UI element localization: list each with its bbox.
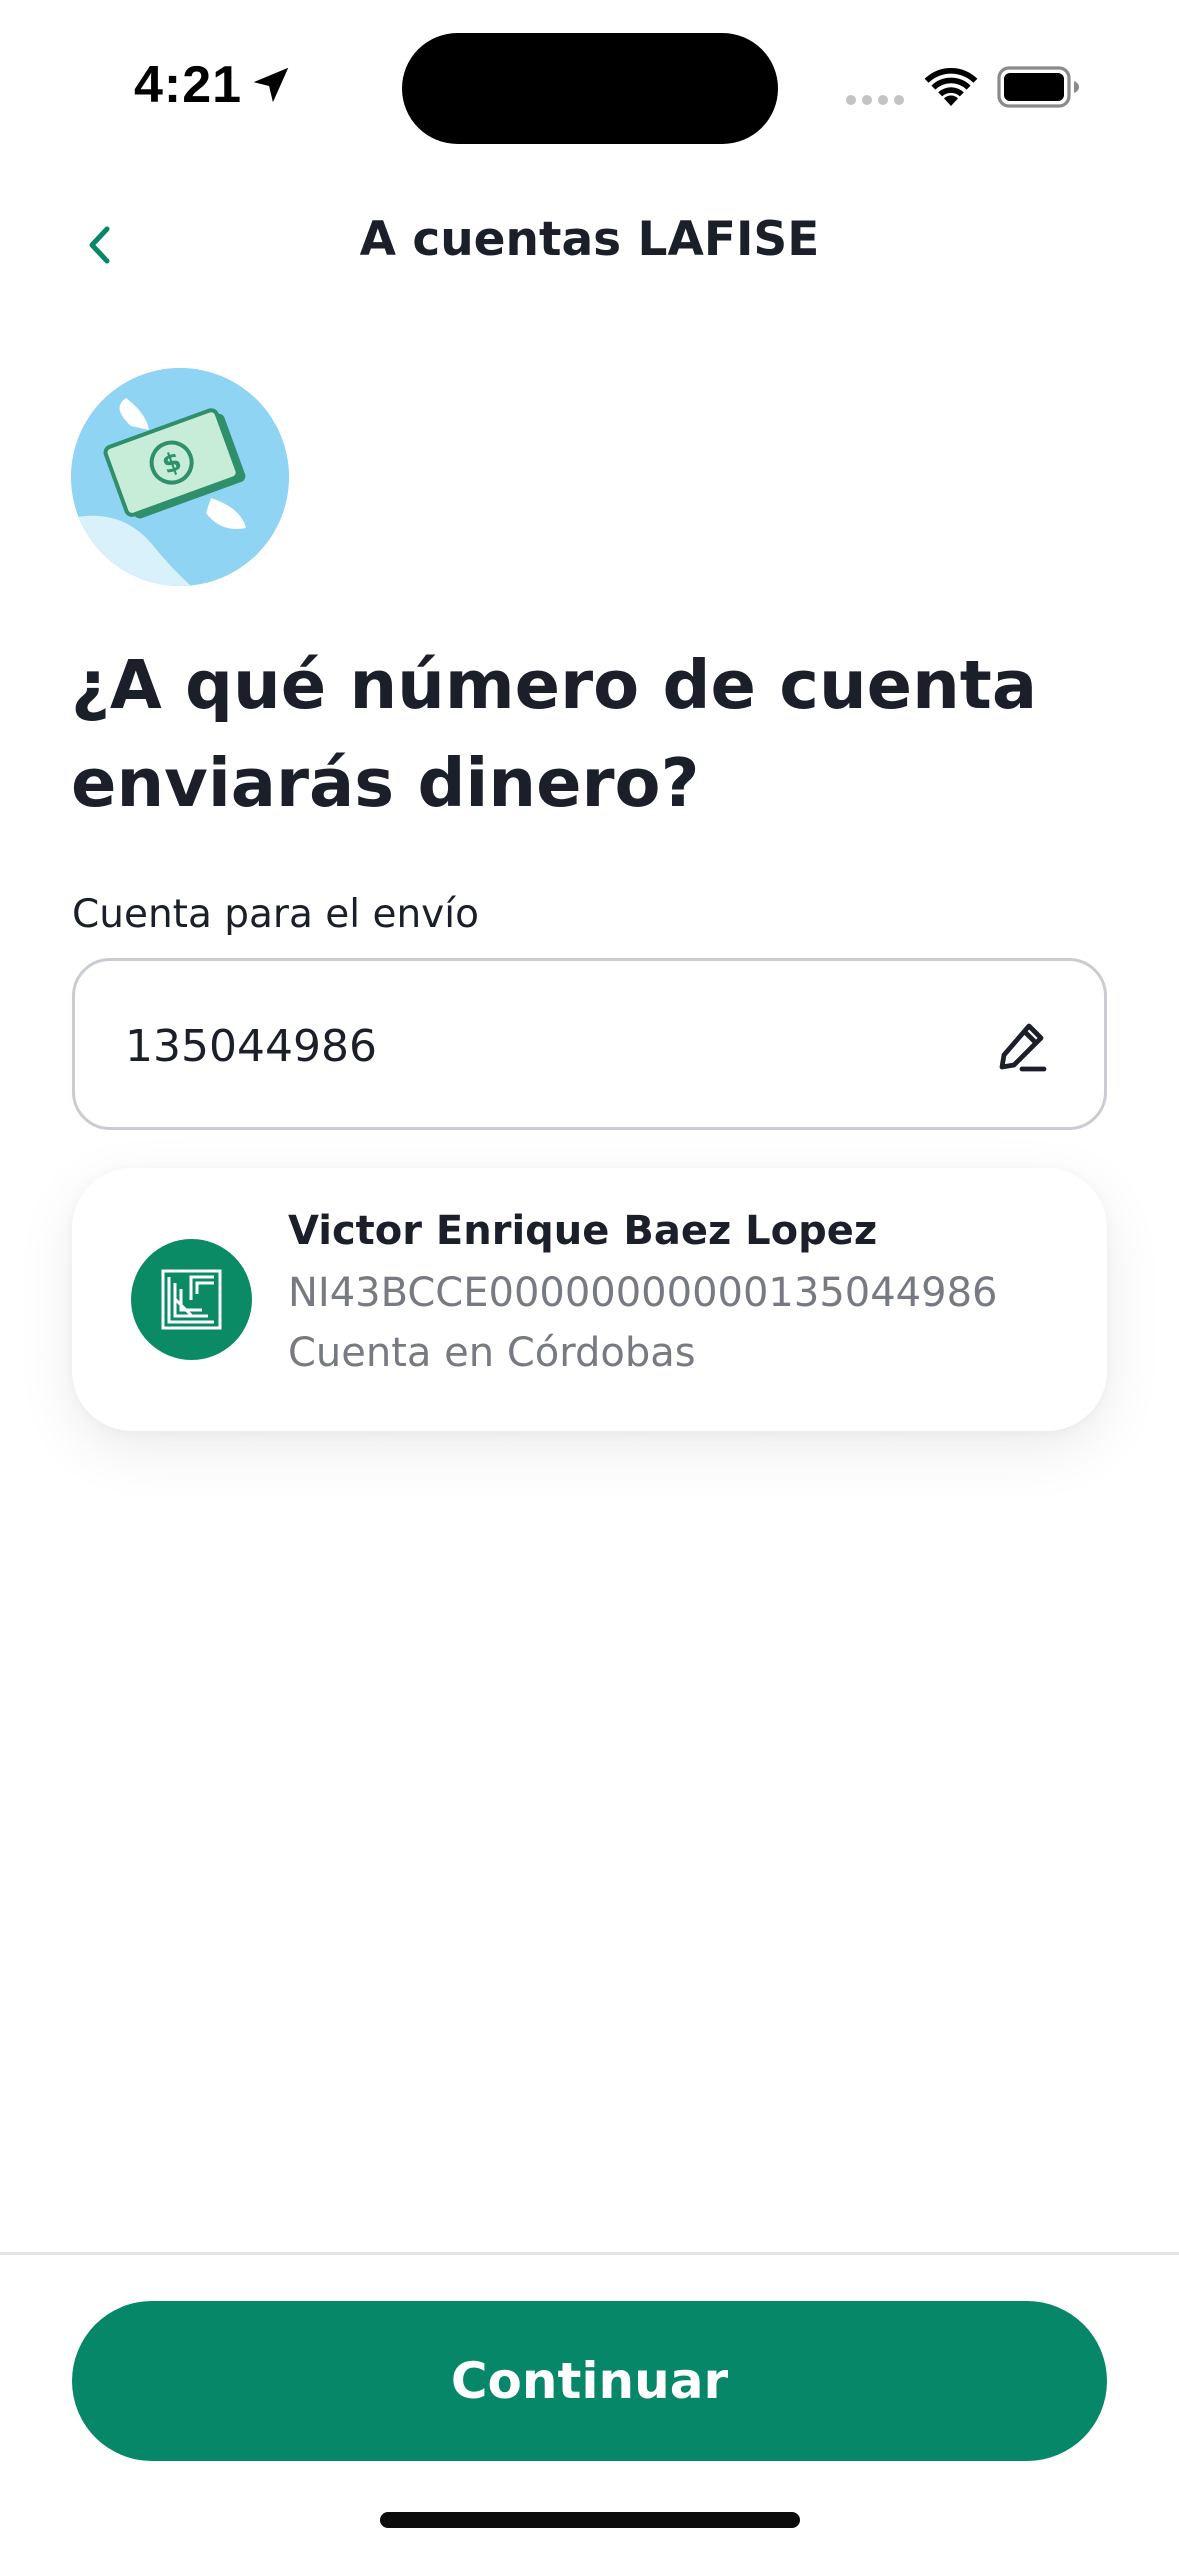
continue-button[interactable]: Continuar bbox=[72, 2301, 1107, 2461]
lafise-logo-icon bbox=[161, 1269, 222, 1330]
footer-divider bbox=[0, 2252, 1179, 2255]
status-bar: 4:21 bbox=[0, 0, 1179, 170]
home-indicator bbox=[380, 2512, 800, 2528]
flying-money-illustration: $ bbox=[71, 368, 289, 586]
battery-icon bbox=[997, 66, 1079, 108]
question-line-2: enviarás dinero? bbox=[71, 744, 700, 822]
account-iban: NI43BCCE00000000000135044986 bbox=[288, 1270, 998, 1316]
account-currency: Cuenta en Córdobas bbox=[288, 1330, 696, 1376]
account-field[interactable] bbox=[72, 958, 1107, 1130]
account-field-label: Cuenta para el envío bbox=[72, 892, 479, 937]
status-time: 4:21 bbox=[134, 56, 243, 114]
pencil-icon[interactable] bbox=[992, 1017, 1052, 1077]
location-arrow-icon bbox=[253, 67, 289, 103]
account-result-card[interactable]: Victor Enrique Baez Lopez NI43BCCE000000… bbox=[72, 1168, 1107, 1431]
page-title: A cuentas LAFISE bbox=[359, 212, 820, 267]
question-heading: ¿A qué número de cuenta enviarás dinero? bbox=[71, 636, 1111, 832]
question-line-1: ¿A qué número de cuenta bbox=[71, 646, 1038, 724]
account-number-input[interactable] bbox=[125, 1011, 925, 1081]
dynamic-island bbox=[402, 33, 778, 144]
signal-icon bbox=[846, 95, 904, 105]
account-holder-name: Victor Enrique Baez Lopez bbox=[288, 1208, 878, 1254]
bank-avatar bbox=[131, 1239, 252, 1360]
flying-money-icon: $ bbox=[71, 368, 289, 586]
wifi-icon bbox=[924, 67, 978, 106]
